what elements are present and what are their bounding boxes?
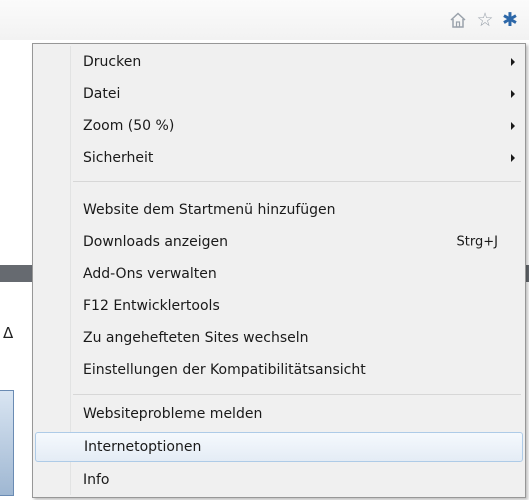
menu-item-label: Sicherheit [83, 150, 154, 166]
menu-item-label: Add-Ons verwalten [83, 266, 217, 282]
menu-item-label: Downloads anzeigen [83, 234, 229, 250]
submenu-arrow-icon [511, 58, 515, 66]
menu-item-label: Drucken [83, 54, 142, 70]
menu-item-label: Zu angehefteten Sites wechseln [83, 330, 309, 346]
menu-item-zoom[interactable]: Zoom (50 %) [35, 111, 523, 141]
menu-item-drucken[interactable]: Drucken [35, 47, 523, 77]
menu-item-pinned-sites[interactable]: Zu angehefteten Sites wechseln [35, 323, 523, 353]
menu-item-internet-options[interactable]: Internetoptionen [35, 432, 523, 462]
menu-item-label: Website dem Startmenü hinzufügen [83, 202, 336, 218]
home-icon[interactable] [447, 9, 469, 31]
submenu-arrow-icon [511, 90, 515, 98]
submenu-arrow-icon [511, 154, 515, 162]
page-text-fragment: Δ [3, 324, 14, 342]
menu-item-shortcut: Strg+J [456, 234, 498, 250]
menu-item-label: Datei [83, 86, 121, 102]
menu-item-view-downloads[interactable]: Downloads anzeigen Strg+J [35, 227, 523, 257]
tools-gear-icon[interactable]: ✱ [499, 9, 521, 31]
menu-item-label: Info [83, 472, 110, 488]
menu-item-label: Internetoptionen [84, 439, 202, 455]
favorites-star-icon[interactable]: ☆ [474, 9, 496, 31]
menu-item-manage-addons[interactable]: Add-Ons verwalten [35, 259, 523, 289]
menu-separator [73, 181, 521, 182]
menu-separator [73, 394, 521, 395]
submenu-arrow-icon [511, 122, 515, 130]
menu-item-label: Einstellungen der Kompatibilitätsansicht [83, 362, 366, 378]
tools-menu: Drucken Datei Zoom (50 %) Sicherheit Web… [32, 43, 526, 498]
browser-toolbar: ☆ ✱ [0, 0, 529, 40]
menu-item-sicherheit[interactable]: Sicherheit [35, 143, 523, 173]
menu-item-info[interactable]: Info [35, 465, 523, 495]
menu-item-label: F12 Entwicklertools [83, 298, 220, 314]
menu-item-label: Zoom (50 %) [83, 118, 175, 134]
page-background-frame [0, 390, 14, 496]
menu-item-compatibility-view[interactable]: Einstellungen der Kompatibilitätsansicht [35, 355, 523, 385]
menu-item-report-problems[interactable]: Websiteprobleme melden [35, 399, 523, 429]
menu-item-add-to-start-menu[interactable]: Website dem Startmenü hinzufügen [35, 195, 523, 225]
menu-item-label: Websiteprobleme melden [83, 406, 263, 422]
menu-item-datei[interactable]: Datei [35, 79, 523, 109]
menu-item-developer-tools[interactable]: F12 Entwicklertools [35, 291, 523, 321]
